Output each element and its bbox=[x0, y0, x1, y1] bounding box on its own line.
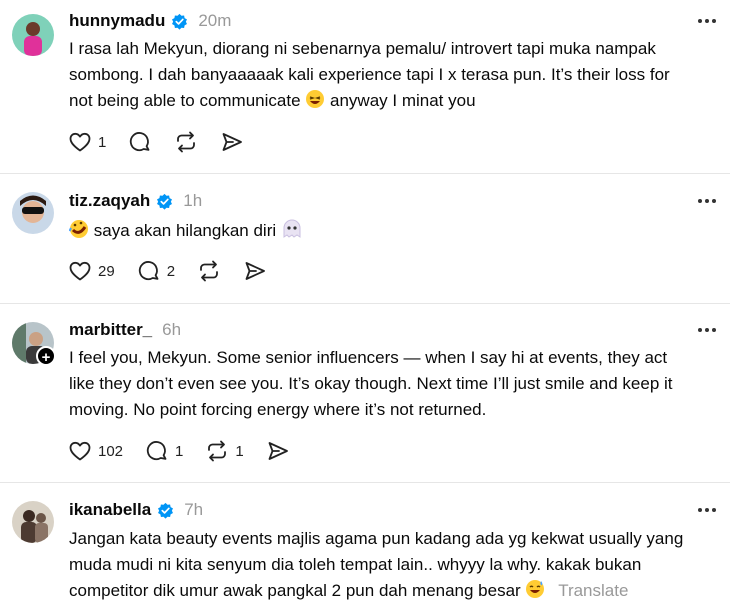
like-count: 29 bbox=[98, 262, 115, 280]
more-icon[interactable] bbox=[696, 10, 718, 32]
post-time: 20m bbox=[198, 11, 232, 30]
repost-icon bbox=[177, 131, 196, 153]
like-count: 102 bbox=[98, 442, 124, 460]
username[interactable]: hunnymadu bbox=[69, 11, 165, 31]
reply-icon bbox=[146, 441, 167, 461]
reply-button[interactable]: 1 bbox=[145, 439, 183, 463]
repost-button[interactable] bbox=[197, 259, 221, 283]
post-text: I feel you, Mekyun. Some senior influenc… bbox=[69, 348, 673, 419]
divider bbox=[0, 303, 730, 304]
share-icon bbox=[268, 442, 288, 460]
more-icon[interactable] bbox=[696, 499, 718, 521]
reply-button[interactable] bbox=[128, 130, 152, 154]
more-icon[interactable] bbox=[696, 319, 718, 341]
threads-feed: hunnymadu 20m I rasa lah Mekyun, diorang… bbox=[0, 0, 730, 616]
username[interactable]: ikanabella bbox=[69, 500, 151, 520]
share-icon bbox=[222, 133, 243, 151]
share-button[interactable] bbox=[243, 259, 267, 283]
verified-icon bbox=[158, 502, 174, 519]
like-button[interactable]: 1 bbox=[68, 130, 106, 154]
share-button[interactable] bbox=[266, 439, 290, 463]
rofl-emoji-icon bbox=[69, 220, 88, 238]
avatar[interactable] bbox=[12, 501, 54, 543]
heart-icon bbox=[69, 441, 91, 461]
post-time: 7h bbox=[184, 500, 204, 519]
repost-button[interactable] bbox=[174, 130, 198, 154]
post-actions: 102 1 1 bbox=[68, 438, 312, 464]
post-actions: 1 bbox=[68, 129, 266, 155]
repost-count: 1 bbox=[235, 442, 244, 460]
post-text: I rasa lah Mekyun, diorang ni sebenarnya… bbox=[69, 39, 670, 110]
ghost-emoji-icon bbox=[283, 219, 301, 238]
heart-icon bbox=[69, 132, 91, 152]
repost-button[interactable]: 1 bbox=[205, 439, 244, 463]
translate-link[interactable]: Translate bbox=[558, 581, 628, 600]
post-text: saya akan hilangkan diri bbox=[69, 218, 709, 244]
share-icon bbox=[245, 262, 265, 280]
laughing-emoji-icon bbox=[306, 90, 325, 108]
like-count: 1 bbox=[98, 133, 107, 151]
post-text: Jangan kata beauty events majlis agama p… bbox=[69, 529, 684, 600]
avatar[interactable] bbox=[12, 192, 54, 234]
divider bbox=[0, 173, 730, 174]
reply-icon bbox=[138, 261, 159, 281]
verified-icon bbox=[172, 13, 188, 30]
reply-icon bbox=[130, 132, 150, 152]
like-button[interactable]: 102 bbox=[68, 439, 123, 463]
divider bbox=[0, 482, 730, 483]
sweat-smile-emoji-icon bbox=[526, 580, 545, 598]
reply-button[interactable]: 2 bbox=[137, 259, 175, 283]
heart-icon bbox=[69, 261, 91, 281]
repost-icon bbox=[208, 440, 227, 462]
share-button[interactable] bbox=[220, 130, 244, 154]
more-icon[interactable] bbox=[696, 190, 718, 212]
post-time: 1h bbox=[183, 191, 203, 210]
avatar[interactable] bbox=[12, 14, 54, 56]
username[interactable]: tiz.zaqyah bbox=[69, 191, 150, 211]
verified-icon bbox=[157, 193, 173, 210]
reply-count: 2 bbox=[166, 262, 176, 280]
post-time: 6h bbox=[162, 320, 182, 339]
repost-icon bbox=[200, 260, 218, 282]
reply-count: 1 bbox=[175, 442, 184, 460]
post-actions: 29 2 bbox=[68, 258, 289, 284]
username[interactable]: marbitter_ bbox=[69, 320, 152, 340]
plus-icon[interactable]: + bbox=[36, 346, 56, 366]
like-button[interactable]: 29 bbox=[68, 259, 115, 283]
